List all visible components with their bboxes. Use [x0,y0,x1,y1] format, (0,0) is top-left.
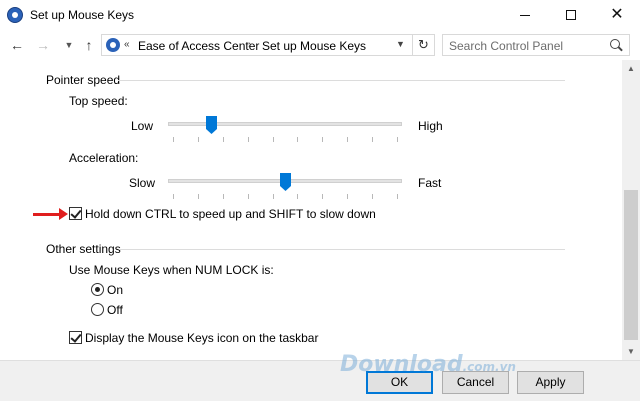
numlock-label: Use Mouse Keys when NUM LOCK is: [69,263,274,277]
back-button[interactable]: ← [8,36,26,54]
up-arrow-icon: ↑ [85,37,93,53]
slider-tick [397,194,398,199]
slider-tick [223,137,224,142]
navigation-bar: ← → ▼ ↑ « Ease of Access Center › Set up… [0,30,640,60]
breadcrumb-set-up-mouse-keys[interactable]: Set up Mouse Keys [262,39,366,53]
acceleration-max-label: Fast [418,176,442,190]
minimize-button[interactable] [502,0,548,30]
minimize-icon [520,15,530,16]
slider-tick [297,194,298,199]
address-bar[interactable]: « Ease of Access Center › Set up Mouse K… [101,34,413,56]
back-arrow-icon: ← [10,37,24,53]
ctrl-shift-checkbox-label[interactable]: Hold down CTRL to speed up and SHIFT to … [85,207,376,221]
title-bar: Set up Mouse Keys ✕ [0,0,640,30]
pointer-speed-heading: Pointer speed [46,73,121,87]
recent-locations-button[interactable]: ▼ [60,36,78,54]
acceleration-min-label: Slow [129,176,156,190]
double-chevron-icon[interactable]: « [124,39,130,50]
settings-content: Pointer speed Top speed: Low High Accele… [0,60,622,360]
maximize-icon [566,10,576,20]
acceleration-slider-thumb[interactable] [280,173,291,191]
group-divider [118,80,565,81]
window-title: Set up Mouse Keys [30,8,135,22]
scroll-up-icon[interactable]: ▲ [622,60,640,77]
slider-tick [273,137,274,142]
slider-tick [322,137,323,142]
taskbar-icon-checkbox-label[interactable]: Display the Mouse Keys icon on the taskb… [85,331,318,345]
radio-off[interactable] [91,303,104,316]
refresh-button[interactable]: ↻ [413,34,435,56]
close-button[interactable]: ✕ [594,0,640,30]
red-arrow-annotation [33,208,68,220]
scroll-down-icon[interactable]: ▼ [622,343,640,360]
slider-tick [347,137,348,142]
other-settings-heading: Other settings [46,242,121,256]
slider-tick [248,137,249,142]
slider-tick [198,137,199,142]
slider-tick [372,194,373,199]
acceleration-label: Acceleration: [69,151,139,165]
slider-tick [297,137,298,142]
radio-off-label[interactable]: Off [107,303,123,317]
watermark-main: Download [340,352,463,377]
top-speed-min-label: Low [131,119,154,133]
maximize-button[interactable] [548,0,594,30]
breadcrumb-ease-of-access-center[interactable]: Ease of Access Center [138,39,259,53]
radio-on-label[interactable]: On [107,283,123,297]
dialog-footer: OK Cancel Apply [0,360,640,401]
forward-button[interactable]: → [34,36,52,54]
download-watermark: Download.com.vn [340,352,516,377]
vertical-scrollbar[interactable]: ▲ ▼ [622,60,640,360]
top-speed-max-label: High [418,119,443,133]
forward-arrow-icon: → [36,37,50,53]
breadcrumb-separator-icon[interactable]: › [248,39,251,50]
slider-tick [198,194,199,199]
ease-of-access-icon [7,7,23,23]
apply-button[interactable]: Apply [517,371,584,394]
ctrl-shift-checkbox[interactable] [69,207,82,220]
scrollbar-thumb[interactable] [624,190,638,340]
up-button[interactable]: ↑ [80,36,98,54]
slider-tick [273,194,274,199]
search-box[interactable] [442,34,630,56]
search-input[interactable] [449,38,599,53]
search-icon[interactable] [610,39,620,49]
slider-tick [173,137,174,142]
watermark-suffix: .com.vn [462,360,516,374]
refresh-icon: ↻ [418,37,429,52]
slider-tick [397,137,398,142]
close-icon: ✕ [610,6,624,23]
slider-tick [248,194,249,199]
slider-tick [173,194,174,199]
top-speed-label: Top speed: [69,94,128,108]
top-speed-slider-track[interactable] [168,122,402,126]
group-divider [119,249,565,250]
chevron-down-icon[interactable]: ▼ [396,39,405,49]
taskbar-icon-checkbox[interactable] [69,331,82,344]
slider-tick [223,194,224,199]
slider-tick [322,194,323,199]
radio-on[interactable] [91,283,104,296]
ease-of-access-icon [106,38,120,52]
top-speed-slider-thumb[interactable] [206,116,217,134]
slider-tick [372,137,373,142]
chevron-down-icon: ▼ [64,40,74,50]
slider-tick [347,194,348,199]
